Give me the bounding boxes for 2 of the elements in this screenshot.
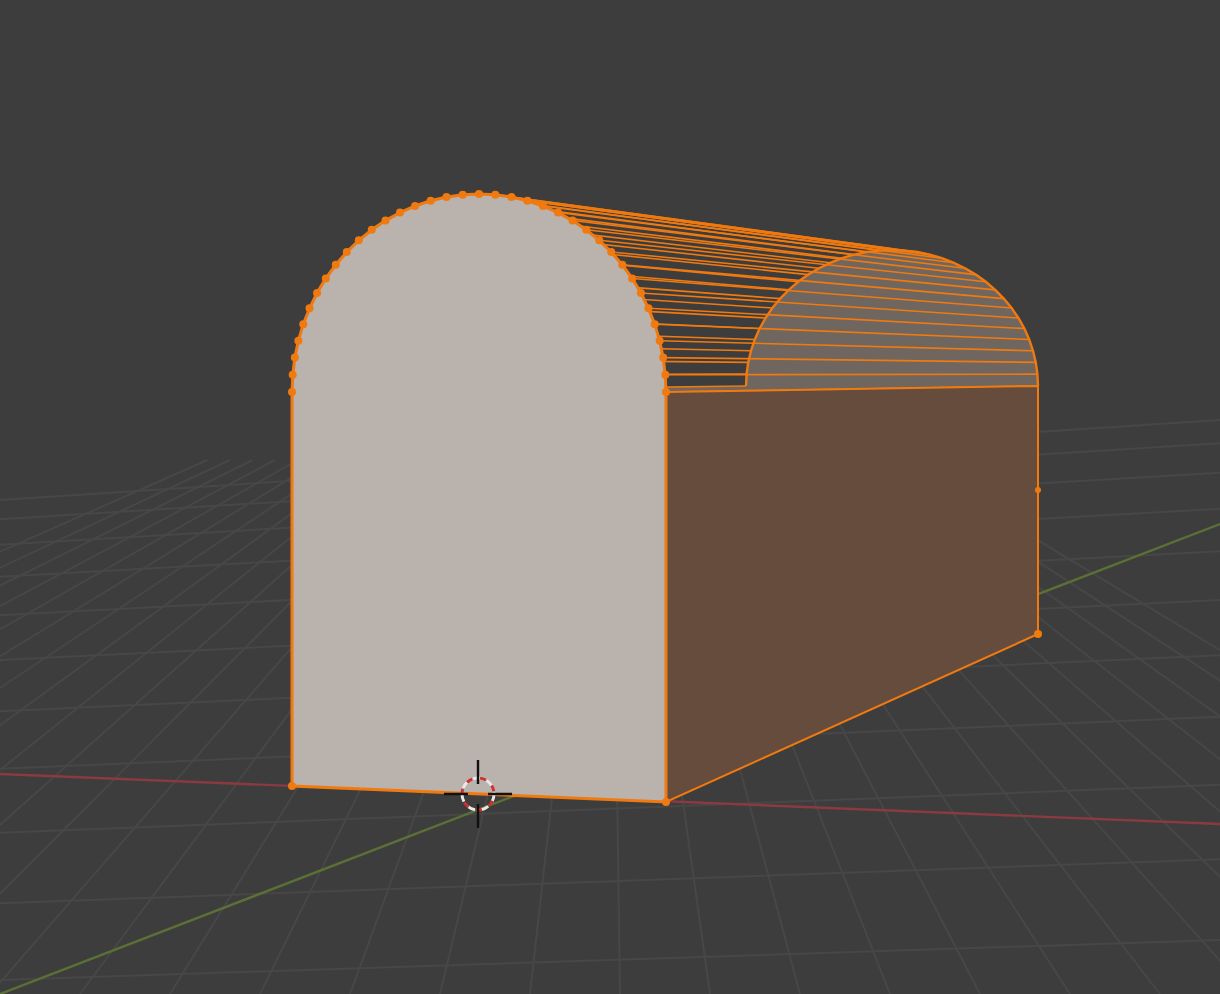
crosshair-icon[interactable] xyxy=(442,758,514,830)
mesh-drawing[interactable] xyxy=(288,190,1042,806)
